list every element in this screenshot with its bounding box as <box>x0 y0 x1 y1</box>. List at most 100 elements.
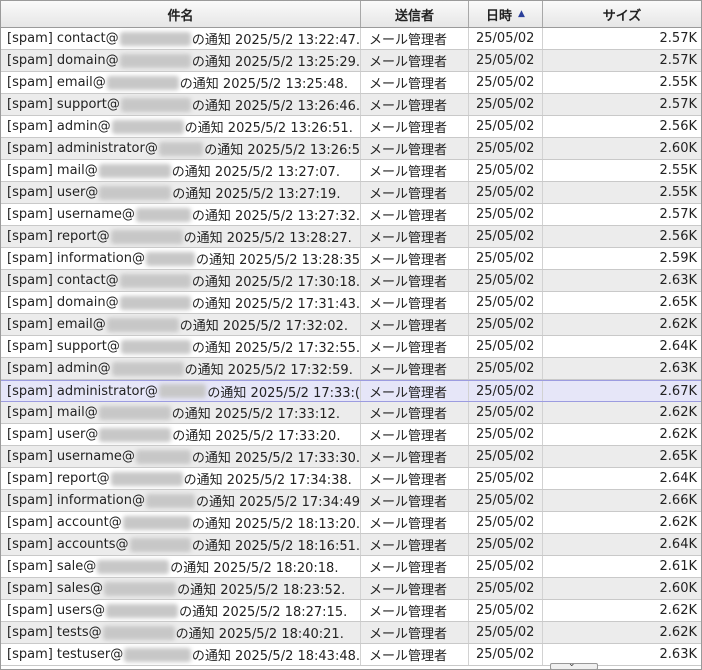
table-row[interactable]: [spam] username@ の通知 2025/5/2 13:27:32. メー… <box>1 204 701 226</box>
subject-cell: [spam] testuser@ の通知 2025/5/2 18:43:48. <box>1 644 361 665</box>
subject-cell: [spam] support@ の通知 2025/5/2 13:26:46. <box>1 94 361 115</box>
subject-suffix: の通知 2025/5/2 17:33:( <box>207 385 360 401</box>
table-row[interactable]: [spam] tests@ の通知 2025/5/2 18:40:21. メール管理… <box>1 622 701 644</box>
table-row[interactable]: [spam] email@ の通知 2025/5/2 13:25:48. メール管理… <box>1 72 701 94</box>
subject-suffix: の通知 2025/5/2 13:26:5 <box>204 143 360 158</box>
table-row[interactable]: [spam] administrator@ の通知 2025/5/2 13:26:… <box>1 138 701 160</box>
subject-cell: [spam] mail@ の通知 2025/5/2 13:27:07. <box>1 160 361 181</box>
date-cell: 25/05/02 <box>469 336 543 357</box>
table-row[interactable]: [spam] mail@ の通知 2025/5/2 17:33:12. メール管理者… <box>1 402 701 424</box>
table-row[interactable]: [spam] support@ の通知 2025/5/2 17:32:55. メール… <box>1 336 701 358</box>
sender-cell: メール管理者 <box>361 94 469 115</box>
table-row[interactable]: [spam] account@ の通知 2025/5/2 18:13:20. メール… <box>1 512 701 534</box>
column-header-subject[interactable]: 件名 <box>1 1 361 27</box>
size-cell: 2.55K <box>659 75 697 90</box>
table-row[interactable]: [spam] administrator@ の通知 2025/5/2 17:33:… <box>1 380 701 402</box>
date-cell: 25/05/02 <box>469 578 543 599</box>
column-header-size[interactable]: サイズ <box>543 1 701 27</box>
sender-cell: メール管理者 <box>361 50 469 71</box>
subject-prefix: [spam] information@ <box>7 493 145 508</box>
subject-suffix: の通知 2025/5/2 13:25:48. <box>179 77 348 92</box>
size-cell: 2.57K <box>659 97 697 112</box>
subject-cell: [spam] users@ の通知 2025/5/2 18:27:15. <box>1 600 361 621</box>
table-row[interactable]: [spam] information@ の通知 2025/5/2 13:28:35… <box>1 248 701 270</box>
subject-cell: [spam] username@ の通知 2025/5/2 13:27:32. <box>1 204 361 225</box>
size-cell: 2.64K <box>659 537 697 552</box>
table-row[interactable]: [spam] sale@ の通知 2025/5/2 18:20:18. メール管理者… <box>1 556 701 578</box>
size-cell: 2.65K <box>659 295 697 310</box>
sender-cell: メール管理者 <box>361 358 469 379</box>
sender-cell: メール管理者 <box>361 314 469 335</box>
table-row[interactable]: [spam] accounts@ の通知 2025/5/2 18:16:51. メー… <box>1 534 701 556</box>
sender-cell: メール管理者 <box>361 72 469 93</box>
table-row[interactable]: [spam] user@ の通知 2025/5/2 13:27:19. メール管理者… <box>1 182 701 204</box>
sender-cell: メール管理者 <box>361 270 469 291</box>
date-cell: 25/05/02 <box>469 512 543 533</box>
size-cell: 2.57K <box>659 207 697 222</box>
date-cell: 25/05/02 <box>469 644 543 665</box>
sender-cell: メール管理者 <box>361 446 469 467</box>
subject-prefix: [spam] sale@ <box>7 559 97 574</box>
table-row[interactable]: [spam] users@ の通知 2025/5/2 18:27:15. メール管理… <box>1 600 701 622</box>
subject-suffix: の通知 2025/5/2 13:27:07. <box>171 165 340 180</box>
redacted-domain <box>120 97 191 112</box>
redacted-domain <box>111 119 184 134</box>
size-cell: 2.55K <box>659 163 697 178</box>
size-cell: 2.56K <box>659 119 697 134</box>
date-cell: 25/05/02 <box>469 600 543 621</box>
subject-cell: [spam] username@ の通知 2025/5/2 17:33:30. <box>1 446 361 467</box>
table-row[interactable]: [spam] sales@ の通知 2025/5/2 18:23:52. メール管理… <box>1 578 701 600</box>
size-cell: 2.57K <box>659 31 697 46</box>
redacted-domain <box>106 75 179 90</box>
table-row[interactable]: [spam] report@ の通知 2025/5/2 13:28:27. メール管… <box>1 226 701 248</box>
subject-suffix: の通知 2025/5/2 18:16:51. <box>191 539 360 554</box>
date-cell: 25/05/02 <box>469 182 543 203</box>
subject-suffix: の通知 2025/5/2 13:27:19. <box>172 187 341 202</box>
redacted-domain <box>135 207 191 222</box>
table-row[interactable]: [spam] report@ の通知 2025/5/2 17:34:38. メール管… <box>1 468 701 490</box>
date-cell: 25/05/02 <box>469 358 543 379</box>
sender-cell: メール管理者 <box>361 116 469 137</box>
table-row[interactable]: [spam] information@ の通知 2025/5/2 17:34:49… <box>1 490 701 512</box>
subject-prefix: [spam] support@ <box>7 97 120 112</box>
redacted-domain <box>120 339 191 354</box>
subject-suffix: の通知 2025/5/2 13:28:35 <box>195 253 360 268</box>
subject-prefix: [spam] mail@ <box>7 405 98 420</box>
column-header-sender[interactable]: 送信者 <box>361 1 469 27</box>
subject-prefix: [spam] admin@ <box>7 361 111 376</box>
table-row[interactable]: [spam] email@ の通知 2025/5/2 17:32:02. メール管理… <box>1 314 701 336</box>
sender-cell: メール管理者 <box>361 226 469 247</box>
size-cell: 2.62K <box>659 427 697 442</box>
date-cell: 25/05/02 <box>469 468 543 489</box>
table-row[interactable]: [spam] username@ の通知 2025/5/2 17:33:30. メー… <box>1 446 701 468</box>
table-row[interactable]: [spam] contact@ の通知 2025/5/2 17:30:18. メール… <box>1 270 701 292</box>
redacted-domain <box>110 229 183 244</box>
table-row[interactable]: [spam] domain@ の通知 2025/5/2 13:25:29. メール管… <box>1 50 701 72</box>
sender-cell: メール管理者 <box>361 556 469 577</box>
table-row[interactable]: [spam] support@ の通知 2025/5/2 13:26:46. メール… <box>1 94 701 116</box>
size-cell: 2.56K <box>659 229 697 244</box>
sender-cell: メール管理者 <box>361 336 469 357</box>
redacted-domain <box>145 251 195 266</box>
subject-cell: [spam] support@ の通知 2025/5/2 17:32:55. <box>1 336 361 357</box>
subject-cell: [spam] email@ の通知 2025/5/2 13:25:48. <box>1 72 361 93</box>
subject-suffix: の通知 2025/5/2 17:30:18. <box>191 275 360 290</box>
subject-suffix: の通知 2025/5/2 13:25:29. <box>191 55 360 70</box>
sender-cell: メール管理者 <box>361 600 469 621</box>
subject-suffix: の通知 2025/5/2 18:40:21. <box>175 627 344 642</box>
size-cell: 2.62K <box>659 515 697 530</box>
column-header-date[interactable]: 日時 ▲ <box>469 1 543 27</box>
subject-prefix: [spam] administrator@ <box>7 141 158 156</box>
sender-cell: メール管理者 <box>361 182 469 203</box>
subject-prefix: [spam] email@ <box>7 75 106 90</box>
table-row[interactable]: [spam] contact@ の通知 2025/5/2 13:22:47. メール… <box>1 28 701 50</box>
date-cell: 25/05/02 <box>469 270 543 291</box>
scroll-handle[interactable]: ⌄ <box>550 660 598 669</box>
table-row[interactable]: [spam] user@ の通知 2025/5/2 17:33:20. メール管理者… <box>1 424 701 446</box>
table-row[interactable]: [spam] mail@ の通知 2025/5/2 13:27:07. メール管理者… <box>1 160 701 182</box>
table-row[interactable]: [spam] admin@ の通知 2025/5/2 17:32:59. メール管理… <box>1 358 701 380</box>
subject-cell: [spam] tests@ の通知 2025/5/2 18:40:21. <box>1 622 361 643</box>
table-row[interactable]: [spam] admin@ の通知 2025/5/2 13:26:51. メール管理… <box>1 116 701 138</box>
table-row[interactable]: [spam] domain@ の通知 2025/5/2 17:31:43. メール管… <box>1 292 701 314</box>
redacted-domain <box>119 273 191 288</box>
